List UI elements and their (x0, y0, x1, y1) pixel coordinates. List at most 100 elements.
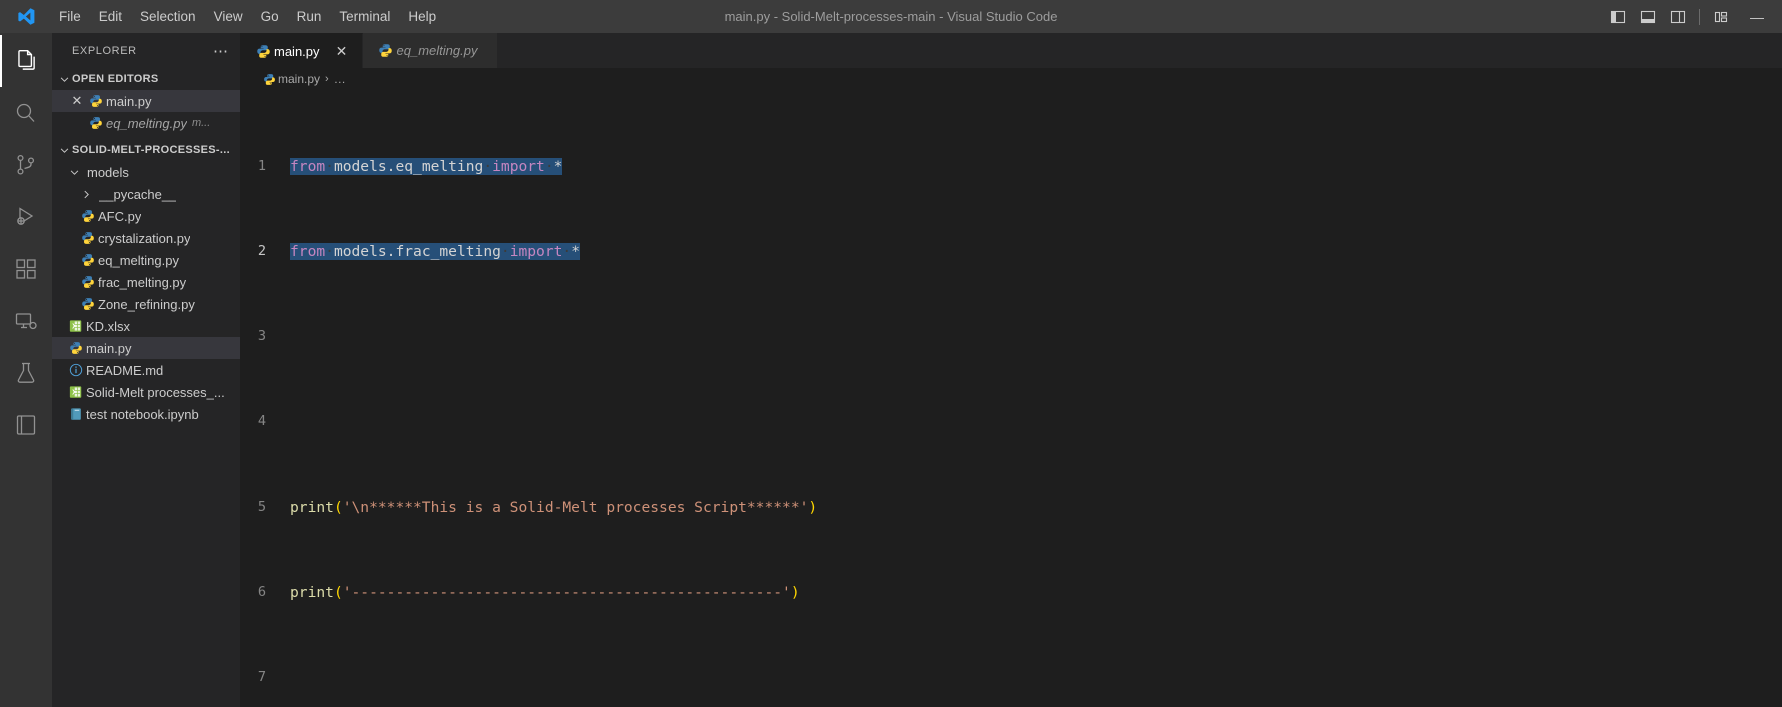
code-line: 1 from·models.eq_melting·import·* (240, 156, 1782, 177)
more-actions-icon[interactable]: ⋯ (210, 40, 232, 62)
code-line: 6 print('--------------------------------… (240, 582, 1782, 603)
menu-bar: File Edit Selection View Go Run Terminal… (50, 0, 445, 33)
notebook-icon (66, 407, 86, 421)
tree-item-label: models (87, 164, 129, 180)
menu-help[interactable]: Help (399, 0, 445, 33)
tree-item-zone-refining-py[interactable]: Zone_refining.py (52, 293, 240, 315)
breadcrumb-file[interactable]: main.py (278, 72, 320, 86)
menu-run[interactable]: Run (288, 0, 331, 33)
sidebar-header: EXPLORER ⋯ (52, 33, 240, 68)
line-number: 3 (257, 328, 266, 345)
minimize-button[interactable]: — (1736, 0, 1778, 33)
python-icon (78, 209, 98, 223)
tree-item-label: crystalization.py (98, 230, 191, 246)
menu-view[interactable]: View (205, 0, 252, 33)
line-number: 1 (257, 157, 266, 174)
title-bar-actions: — (1603, 0, 1782, 33)
section-workspace[interactable]: SOLID-MELT-PROCESSES-... (52, 139, 240, 161)
line-text: from·models.eq_melting·import·* (290, 157, 563, 175)
tree-item-label: README.md (86, 362, 164, 378)
tree-item-label: AFC.py (98, 208, 142, 224)
tree-item-kd-xlsx[interactable]: X KD.xlsx (52, 315, 240, 337)
customize-layout-icon[interactable] (1706, 0, 1736, 33)
workspace-label: SOLID-MELT-PROCESSES-... (72, 144, 230, 156)
tree-item-label: main.py (86, 340, 132, 356)
activity-item-testing[interactable] (0, 347, 52, 399)
tree-item-models[interactable]: models (52, 161, 240, 183)
tree-item-label: test notebook.ipynb (86, 406, 199, 422)
tree-item-afc-py[interactable]: AFC.py (52, 205, 240, 227)
tab-eq-melting-py[interactable]: eq_melting.py (362, 33, 499, 68)
menu-file[interactable]: File (50, 0, 90, 33)
tree-item-label: __pycache__ (99, 186, 177, 202)
line-text: print('---------------------------------… (290, 583, 800, 601)
tree-item-test-notebook-ipynb[interactable]: test notebook.ipynb (52, 403, 240, 425)
excel-icon: X (66, 385, 86, 399)
code-line: 7 (240, 667, 1782, 688)
tabs-filler (498, 33, 1782, 68)
chevron-down-icon (56, 74, 72, 85)
tree-item-label: Zone_refining.py (98, 296, 195, 312)
open-editor-label: main.py (106, 93, 152, 109)
menu-go[interactable]: Go (252, 0, 288, 33)
activity-item-remote-explorer[interactable] (0, 295, 52, 347)
tree-item-label: KD.xlsx (86, 318, 131, 334)
sidebar-title: EXPLORER (72, 44, 137, 57)
close-icon[interactable]: ✕ (68, 93, 86, 109)
breadcrumb-rest[interactable]: … (334, 72, 346, 86)
vscode-logo-icon (0, 7, 50, 26)
tab-label: eq_melting.py (396, 43, 478, 58)
code-content: 1 from·models.eq_melting·import·* 2 from·m… (240, 90, 1782, 707)
tree-item-crystalization-py[interactable]: crystalization.py (52, 227, 240, 249)
menu-edit[interactable]: Edit (90, 0, 131, 33)
code-line: 2 from·models.frac_melting·import·* (240, 241, 1782, 262)
toggle-panel-icon[interactable] (1633, 0, 1663, 33)
code-line: 4 (240, 411, 1782, 432)
open-editor-label: eq_melting.py (106, 115, 187, 131)
line-number: 7 (257, 669, 266, 686)
python-icon (252, 44, 274, 59)
section-open-editors[interactable]: OPEN EDITORS (52, 68, 240, 90)
python-icon (78, 231, 98, 245)
line-number: 5 (257, 498, 266, 515)
tree-item-label: eq_melting.py (98, 252, 179, 268)
close-icon[interactable]: ✕ (332, 41, 352, 61)
activity-item-explorer[interactable] (0, 35, 52, 87)
section-label: OPEN EDITORS (72, 73, 159, 85)
python-icon (375, 43, 397, 58)
toggle-secondary-sidebar-icon[interactable] (1663, 0, 1693, 33)
activity-item-jupyter[interactable] (0, 399, 52, 451)
code-editor[interactable]: 1 from·models.eq_melting·import·* 2 from·m… (240, 90, 1782, 707)
tab-main-py[interactable]: main.py ✕ (240, 33, 363, 68)
breadcrumb: main.py › … (240, 68, 1782, 90)
menu-terminal[interactable]: Terminal (330, 0, 399, 33)
title-bar: File Edit Selection View Go Run Terminal… (0, 0, 1782, 33)
sidebar-actions: ⋯ (210, 40, 232, 62)
activity-item-run-and-debug[interactable] (0, 191, 52, 243)
toggle-primary-sidebar-icon[interactable] (1603, 0, 1633, 33)
activity-item-source-control[interactable] (0, 139, 52, 191)
info-icon (66, 363, 86, 377)
line-text: from·models.frac_melting·import·* (290, 243, 580, 261)
tree-item-main-py[interactable]: main.py (52, 337, 240, 359)
python-icon (66, 341, 86, 355)
tree-item-solid-melt-processes-xlsx[interactable]: X Solid-Melt processes_... (52, 381, 240, 403)
activity-item-search[interactable] (0, 87, 52, 139)
tree-item-frac-melting-py[interactable]: frac_melting.py (52, 271, 240, 293)
activity-item-extensions[interactable] (0, 243, 52, 295)
menu-selection[interactable]: Selection (131, 0, 205, 33)
explorer-sidebar: EXPLORER ⋯ OPEN EDITORS ✕ main.py eq_mel (52, 33, 240, 707)
line-text: print('\n******This is a Solid-Melt proc… (290, 498, 818, 516)
chevron-right-icon (78, 189, 94, 200)
breadcrumb-separator: › (325, 73, 329, 85)
tree-item-pycache[interactable]: __pycache__ (52, 183, 240, 205)
editor-area: main.py ✕ eq_melting.py main.py › … 1 fro… (240, 33, 1782, 707)
open-editor-main-py[interactable]: ✕ main.py (52, 90, 240, 112)
open-editor-eq-melting-py[interactable]: eq_melting.py m... (52, 112, 240, 134)
open-editor-folder-hint: m... (191, 117, 211, 129)
python-icon (78, 297, 98, 311)
tree-item-eq-melting-py[interactable]: eq_melting.py (52, 249, 240, 271)
tree-item-readme-md[interactable]: README.md (52, 359, 240, 381)
line-number: 2 (257, 243, 266, 260)
excel-icon: X (66, 319, 86, 333)
